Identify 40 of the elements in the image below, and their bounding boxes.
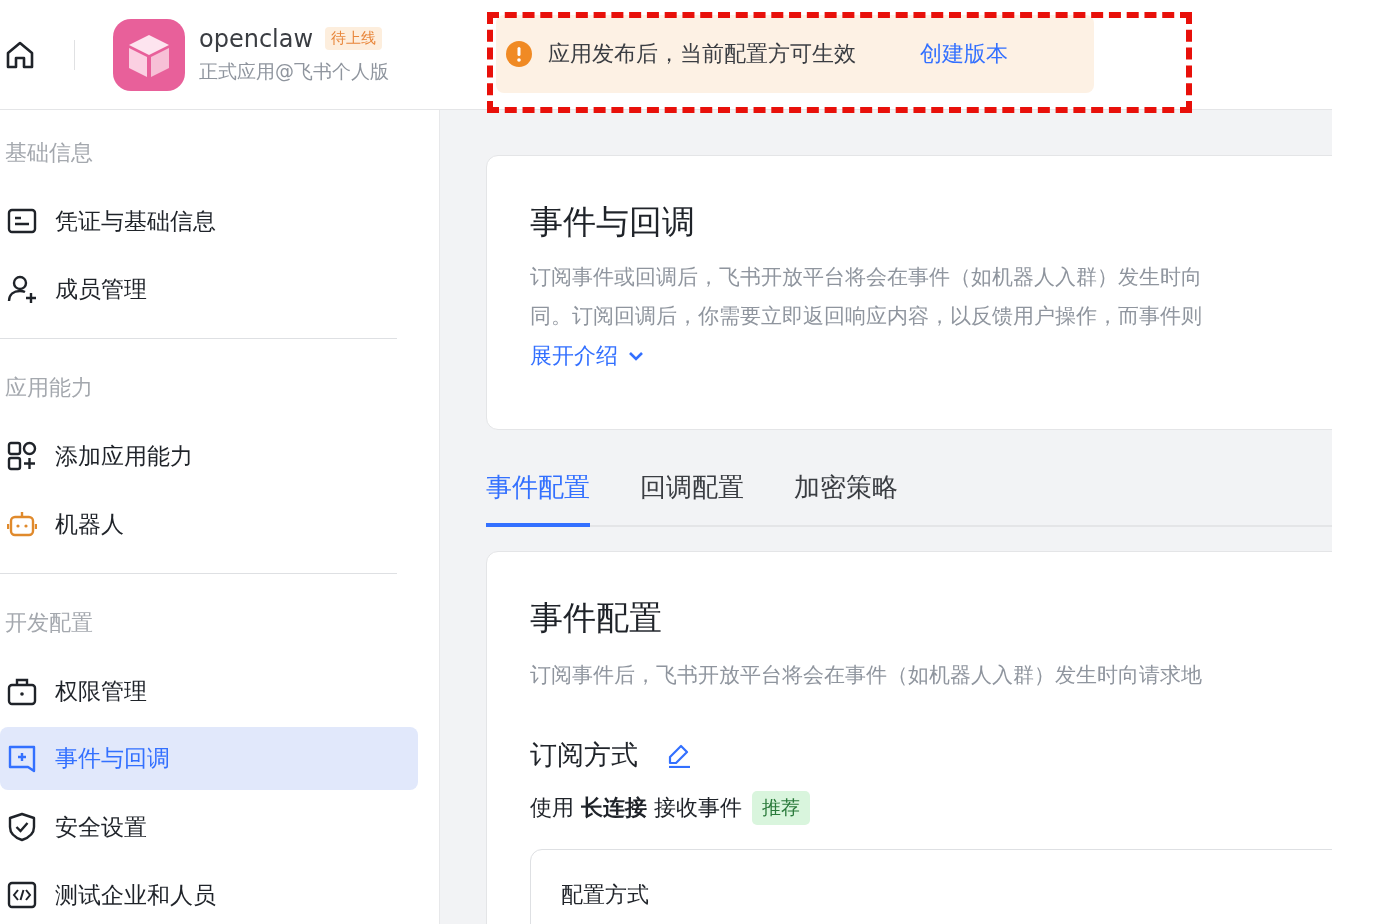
sidebar-item[interactable]: 安全设置 [0,793,418,861]
card-title: 事件配置 [530,597,663,639]
card-title: 事件与回调 [530,201,696,243]
section-label: 基础信息 [4,139,94,167]
tab[interactable]: 事件配置 [486,470,590,527]
sidebar-item[interactable]: 测试企业和人员 [0,861,418,924]
create-version-link[interactable]: 创建版本 [920,38,1008,69]
app-subtitle: 正式应用@飞书个人版 [199,58,390,84]
tab[interactable]: 加密策略 [794,470,898,527]
tab[interactable]: 回调配置 [640,470,744,527]
description-line: 订阅事件后，飞书开放平台将会在事件（如机器人入群）发生时向请求地 [530,662,1203,689]
sidebar-item[interactable]: 添加应用能力 [0,422,418,490]
robot-icon [7,509,37,539]
sidebar-item[interactable]: 事件与回调 [0,727,418,790]
edit-icon[interactable] [666,742,692,768]
sidebar-item[interactable]: 机器人 [0,490,418,558]
user-add-icon [7,274,37,304]
id-card-icon [7,206,37,236]
recommended-tag: 推荐 [752,791,810,825]
code-icon [7,880,37,910]
shield-check-icon [7,812,37,842]
section-label: 应用能力 [4,374,94,402]
subscription-value: 使用 长连接 接收事件 [530,794,742,822]
status-badge: 待上线 [325,27,383,50]
description-line: 订阅事件或回调后，飞书开放平台将会在事件（如机器人入群）发生时向 [530,264,1203,291]
app-logo-icon [113,18,185,91]
inner-card-title: 配置方式 [561,882,649,907]
expand-link[interactable]: 展开介绍 [530,336,1332,376]
description-line: 同。订阅回调后，你需要立即返回响应内容，以反馈用户操作，而事件则 [530,303,1203,330]
sidebar-item[interactable]: 权限管理 [0,657,418,725]
message-plus-icon [7,743,37,774]
warning-icon [506,40,532,67]
sidebar-item[interactable]: 成员管理 [0,255,418,323]
section-label: 开发配置 [4,609,94,637]
notice-message: 应用发布后，当前配置方可生效 [548,39,856,68]
briefcase-icon [7,676,37,706]
subscription-label: 订阅方式 [530,738,638,772]
app-name: openclaw [199,24,314,53]
apps-add-icon [7,441,37,471]
sidebar-item[interactable]: 凭证与基础信息 [0,187,418,255]
